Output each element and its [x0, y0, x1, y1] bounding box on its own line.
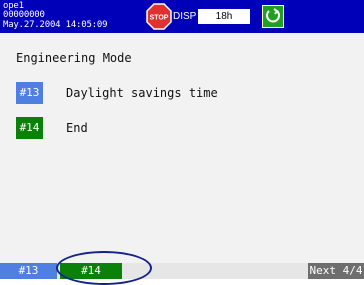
memory-status-icon	[262, 5, 284, 28]
stop-icon: STOP	[146, 3, 172, 30]
softkey-14[interactable]: #14	[60, 263, 122, 279]
menu-item-number: #14	[16, 117, 43, 139]
batch-number: 00000000	[3, 10, 45, 20]
menu-item-label: Daylight savings time	[66, 86, 218, 100]
menu-item-number: #13	[16, 82, 43, 104]
softkey-next-page[interactable]: Next 4/4	[308, 263, 364, 279]
page-title: Engineering Mode	[16, 51, 132, 65]
menu-item-end[interactable]: #14 End	[16, 117, 88, 139]
menu-item-daylight-savings[interactable]: #13 Daylight savings time	[16, 82, 218, 104]
stop-icon-text: STOP	[150, 15, 169, 22]
menu-item-label: End	[66, 121, 88, 135]
disp-label: DISP	[173, 11, 197, 22]
status-bar: ope1 00000000 May.27.2004 14:05:09 STOP …	[0, 0, 364, 33]
softkey-13[interactable]: #13	[0, 263, 57, 279]
date-time: May.27.2004 14:05:09	[3, 20, 108, 30]
display-interval: 18h	[198, 9, 250, 24]
recorder-screen: ope1 00000000 May.27.2004 14:05:09 STOP …	[0, 0, 364, 285]
softkey-bar: #13 #14 Next 4/4	[0, 263, 364, 279]
